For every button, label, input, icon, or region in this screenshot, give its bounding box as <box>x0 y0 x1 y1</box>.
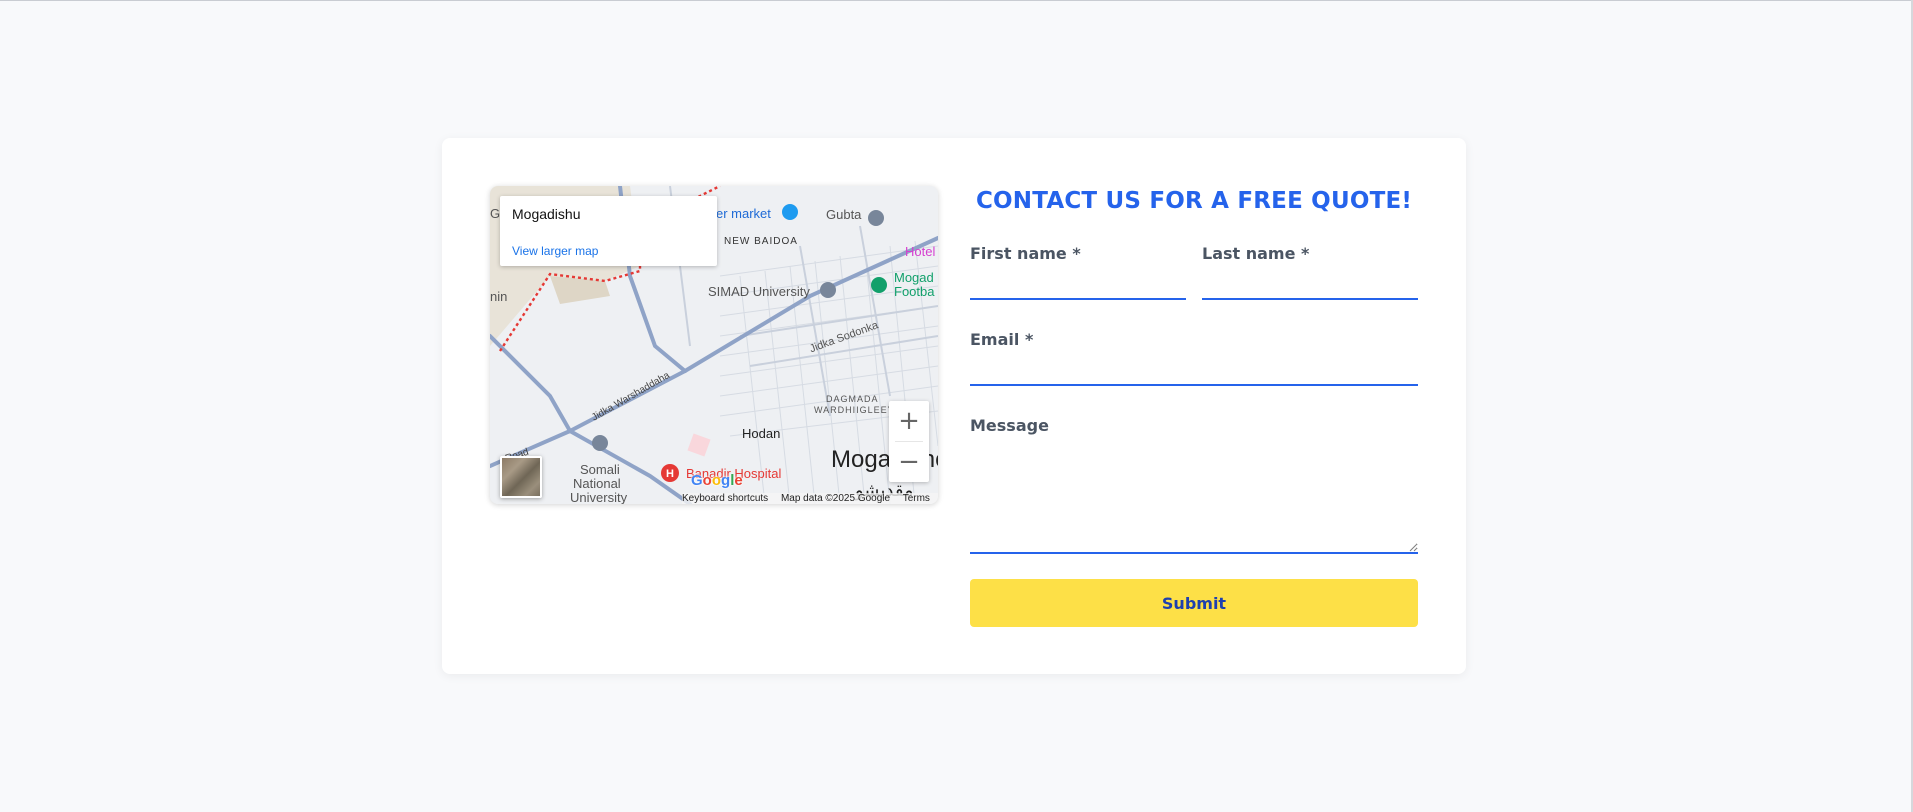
form-title: CONTACT US FOR A FREE QUOTE! <box>975 188 1413 214</box>
top-border <box>0 0 1913 1</box>
map-label-national: National <box>573 476 621 491</box>
map-label-hotel: Hotel <box>905 244 936 259</box>
map-label-mogad: Mogad <box>894 270 934 285</box>
message-label: Message <box>970 416 1049 435</box>
map-label-hodan: Hodan <box>742 426 781 441</box>
map-label-simad: SIMAD University <box>708 284 810 299</box>
map-data-text: Map data ©2025 Google <box>780 493 891 504</box>
last-name-field[interactable] <box>1202 270 1418 300</box>
last-name-label: Last name * <box>1202 244 1310 263</box>
email-field[interactable] <box>970 356 1418 386</box>
submit-button[interactable]: Submit <box>970 579 1418 627</box>
map-label-nin: nin <box>490 289 508 304</box>
google-logo: Google <box>691 472 743 489</box>
message-field[interactable] <box>970 442 1418 554</box>
zoom-in-button[interactable]: + <box>889 401 929 441</box>
zoom-out-button[interactable]: − <box>889 442 929 482</box>
embedded-map[interactable]: H er market Gubta NEW BAIDOA Hotel SIMAD… <box>490 186 938 504</box>
map-label-dagmada: DAGMADA <box>826 394 879 404</box>
map-label-corner-g: G <box>490 206 501 221</box>
map-attribution: Keyboard shortcuts Map data ©2025 Google… <box>682 493 938 504</box>
first-name-label: First name * <box>970 244 1081 263</box>
map-place-name: Mogadishu <box>512 206 581 222</box>
map-label-gubta: Gubta <box>826 207 862 222</box>
view-larger-map-link[interactable]: View larger map <box>512 244 598 258</box>
map-label-somali: Somali <box>580 462 620 477</box>
map-label-wardhiigleey: WARDHIIGLEEY <box>814 405 895 415</box>
resize-grip-icon[interactable] <box>1409 543 1418 552</box>
keyboard-shortcuts-link[interactable]: Keyboard shortcuts <box>682 493 768 504</box>
contact-card: H er market Gubta NEW BAIDOA Hotel SIMAD… <box>442 138 1466 674</box>
email-label: Email * <box>970 330 1034 349</box>
map-info-card: Mogadishu View larger map <box>500 196 717 266</box>
map-label-new-baidoa: NEW BAIDOA <box>724 236 798 247</box>
svg-text:H: H <box>666 468 674 480</box>
map-label-market: er market <box>716 206 771 221</box>
map-label-university: University <box>570 490 628 504</box>
map-label-footba: Footba <box>894 284 935 299</box>
terms-link[interactable]: Terms <box>903 493 930 504</box>
satellite-layer-toggle[interactable] <box>500 456 542 498</box>
zoom-controls: + − <box>889 401 929 482</box>
first-name-field[interactable] <box>970 270 1186 300</box>
